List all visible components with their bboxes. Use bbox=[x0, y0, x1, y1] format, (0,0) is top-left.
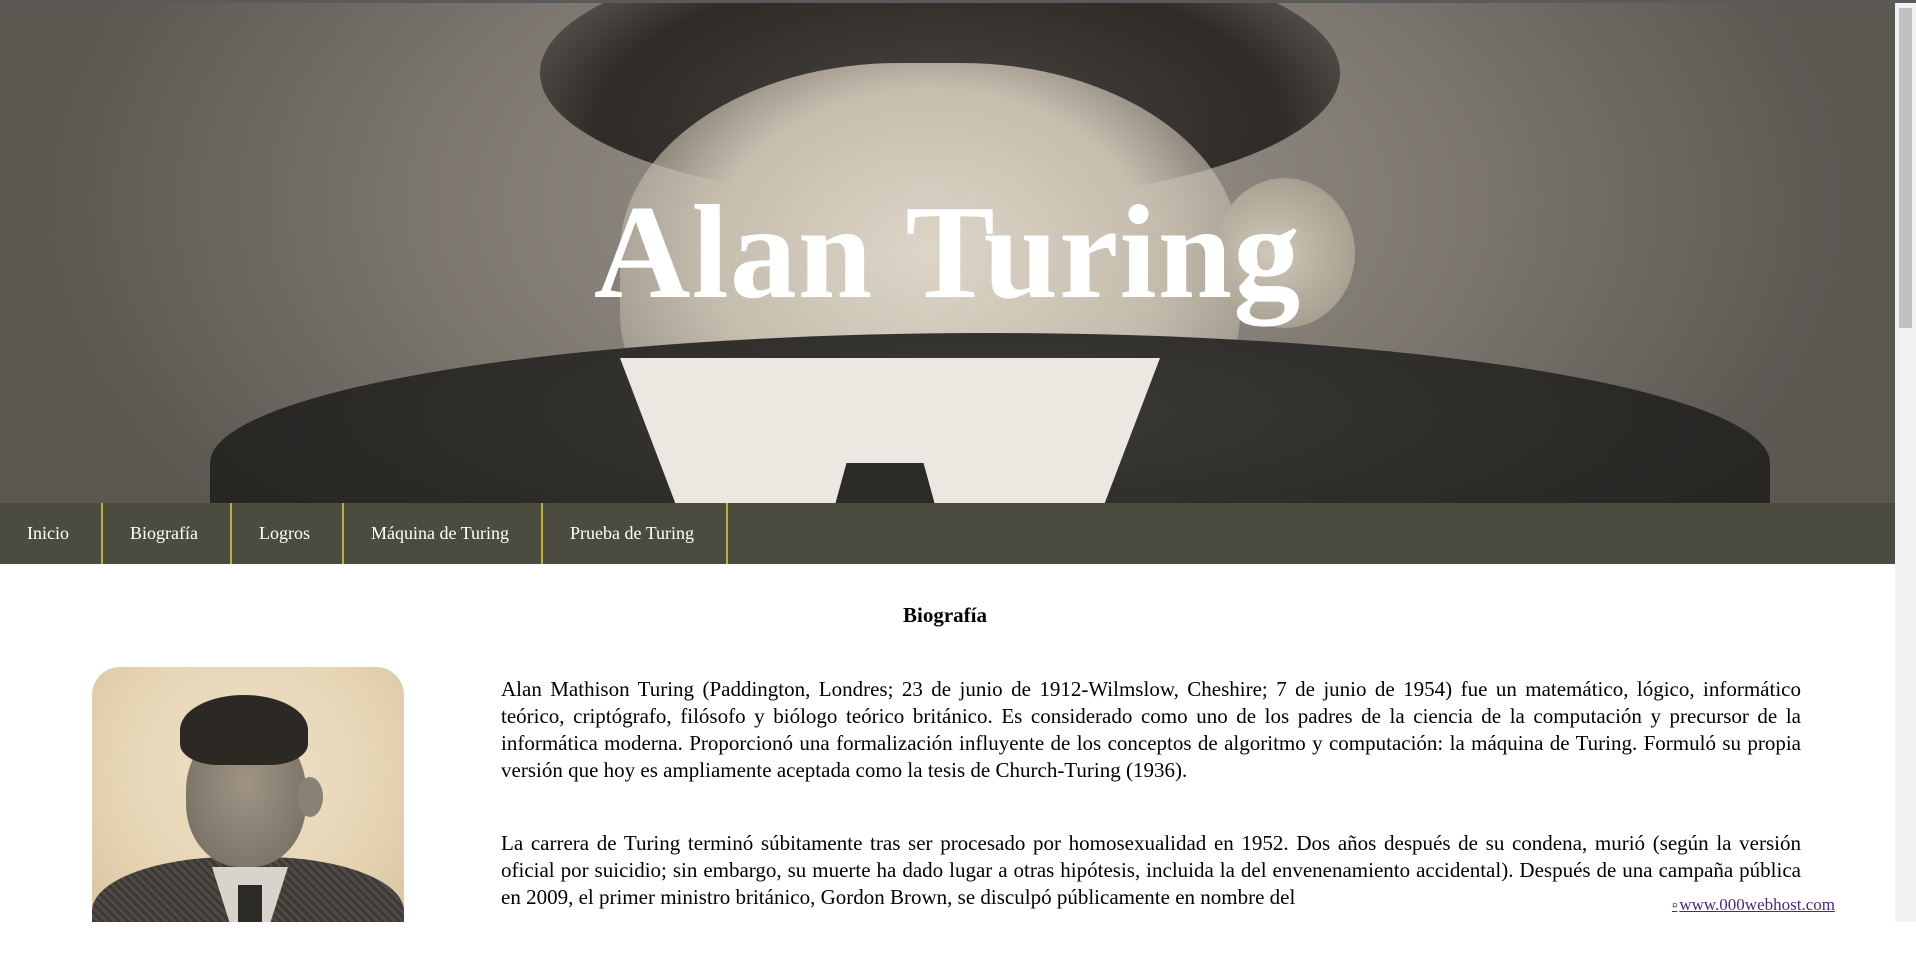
nav-item-biografia[interactable]: Biografía bbox=[103, 503, 232, 564]
nav-item-logros[interactable]: Logros bbox=[232, 503, 344, 564]
hosting-badge-link[interactable]: ▫ www.000webhost.com bbox=[1672, 895, 1878, 922]
hero-title: Alan Turing bbox=[593, 178, 1302, 326]
biography-paragraph: La carrera de Turing terminó súbitamente… bbox=[501, 831, 1801, 909]
biography-paragraph: Alan Mathison Turing (Paddington, Londre… bbox=[501, 677, 1801, 782]
main-nav: Inicio Biografía Logros Máquina de Turin… bbox=[0, 503, 1895, 564]
portrait-ear bbox=[297, 777, 323, 817]
hero-photo-tie bbox=[830, 463, 940, 503]
broken-image-icon: ▫ bbox=[1672, 898, 1678, 914]
hero-banner: Alan Turing bbox=[0, 3, 1895, 503]
section-title: Biografía bbox=[903, 603, 987, 627]
nav-item-inicio[interactable]: Inicio bbox=[0, 503, 103, 564]
biography-article: Alan Mathison Turing (Paddington, Londre… bbox=[501, 676, 1801, 957]
scrollbar-thumb[interactable] bbox=[1899, 8, 1912, 328]
portrait-hair bbox=[180, 695, 308, 765]
hosting-badge-text: www.000webhost.com bbox=[1679, 895, 1835, 914]
portrait-tie bbox=[238, 885, 262, 922]
nav-item-prueba-de-turing[interactable]: Prueba de Turing bbox=[543, 503, 729, 564]
nav-item-maquina-de-turing[interactable]: Máquina de Turing bbox=[344, 503, 543, 564]
portrait-image bbox=[92, 667, 404, 922]
